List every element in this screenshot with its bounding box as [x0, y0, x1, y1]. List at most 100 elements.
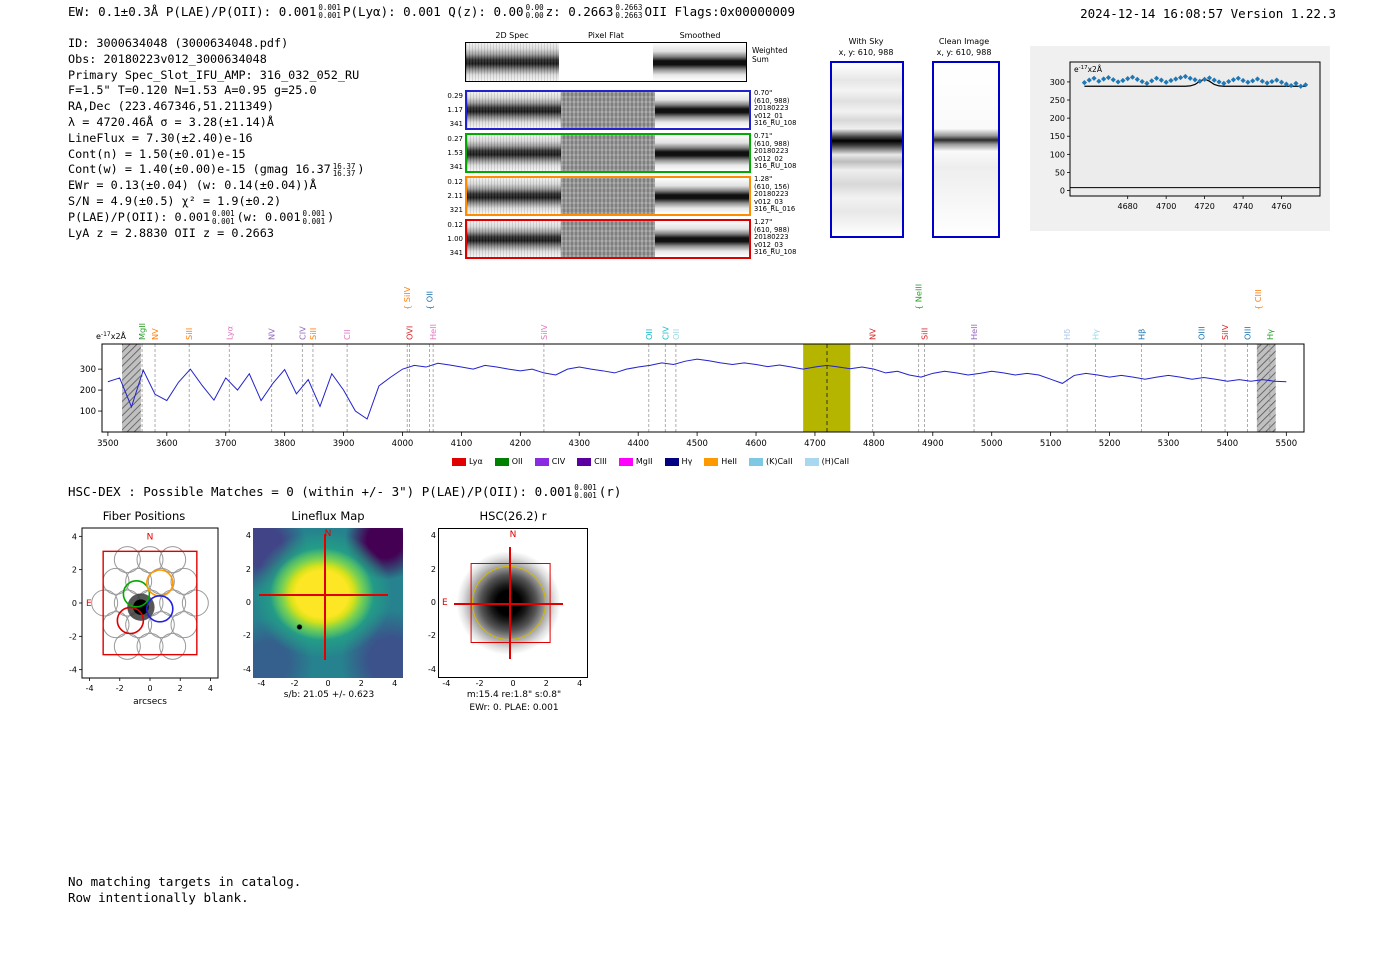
x-tick-label: 4600	[745, 439, 767, 449]
lineflux-map-image: N	[253, 528, 403, 678]
emission-line-label: Hβ	[1136, 329, 1146, 340]
spec2d-strip	[467, 221, 561, 257]
fiber-cutout-row: 0.12 2.11 321 1.28" (610, 156) 20180223 v012_0…	[447, 175, 795, 216]
row-weights: 0.12 2.11 321	[440, 178, 463, 214]
emission-line-label: { OII	[425, 291, 435, 310]
info-line: Cont(n) = 1.50(±0.01)e-15	[68, 147, 364, 163]
y-tick-label: 250	[1050, 96, 1065, 105]
weighted-sum-label: Weighted Sum	[752, 46, 788, 64]
y-tick-label: 150	[1050, 132, 1065, 141]
legend-item: MgII	[618, 457, 653, 466]
x-tick-label: 5500	[1276, 439, 1298, 449]
info-line: Cont(w) = 1.40(±0.00)e-15 (gmag 16.37 16…	[68, 162, 364, 178]
info-line: Primary Spec_Slot_IFU_AMP: 316_032_052_R…	[68, 68, 364, 84]
stack-bottom: 0.001	[212, 216, 235, 226]
legend-item: CIV	[534, 457, 565, 466]
info-line: EWr = 0.13(±0.04) (w: 0.14(±0.04))Å	[68, 178, 364, 194]
x-tick-label: 4	[208, 684, 213, 693]
spec2d-strip	[467, 92, 561, 128]
hsc-caption-2: EWr: 0. PLAE: 0.001	[469, 703, 559, 713]
y-tick-label: -4	[69, 666, 77, 675]
weight-value: 341	[449, 249, 463, 257]
legend-swatch	[664, 457, 679, 466]
x-tick-label: 4700	[1156, 202, 1176, 211]
weight-value: 0.27	[447, 135, 463, 143]
legend-swatch	[804, 457, 819, 466]
emission-line-label: Lyα	[224, 326, 234, 340]
weighted-sum-panel	[465, 42, 747, 82]
withsky-image	[830, 61, 904, 238]
y-tick-label: 300	[80, 365, 96, 375]
x-tick-label: 4760	[1271, 202, 1291, 211]
legend-label: Lyα	[469, 457, 483, 466]
x-tick-label: 4200	[510, 439, 532, 449]
north-label: N	[147, 532, 154, 542]
masked-region	[1256, 344, 1276, 432]
x-tick-label: 4	[577, 679, 583, 688]
text-segment: P(LAE)/P(OII): 0.001	[68, 209, 211, 224]
y-tick-label: 100	[80, 407, 96, 417]
x-tick-label: 4680	[1118, 202, 1138, 211]
info-line: LineFlux = 7.30(±2.40)e-16	[68, 131, 364, 147]
y-tick-label: -4	[243, 664, 251, 674]
stacked-value: 0.2663 0.2663	[615, 4, 642, 19]
stack-bottom: 0.001	[574, 490, 597, 500]
text-segment: S/N = 4.9(±0.5) χ² = 1.9(±0.2)	[68, 193, 282, 208]
y-tick-label: 4	[245, 531, 251, 541]
x-tick-label: 4900	[922, 439, 944, 449]
emission-line-label: HeII	[969, 324, 979, 340]
smoothed-strip	[655, 221, 749, 257]
text-segment: RA,Dec (223.467346,51.211349)	[68, 99, 274, 114]
lineflux-map-title: Lineflux Map	[291, 509, 365, 523]
weight-value: 2.11	[447, 192, 463, 200]
clean-coords: x, y: 610, 988	[936, 48, 992, 57]
y-axis-label: e-17x2Å	[96, 330, 127, 341]
emission-line-label: NV	[868, 328, 878, 340]
emission-line-label: OIII	[1242, 326, 1252, 340]
weight-value: 1.17	[447, 106, 463, 114]
y-tick-label: -4	[428, 664, 436, 674]
x-tick-label: 3500	[97, 439, 119, 449]
legend-label: (K)CaII	[765, 457, 793, 466]
y-tick-label: 0	[72, 599, 77, 608]
row-annotation: 1.28" (610, 156) 20180223 v012_03 316_RL_016	[754, 175, 795, 214]
text-segment: (w: 0.001	[236, 209, 301, 224]
x-tick-label: 4400	[627, 439, 649, 449]
pixel-flat-strip	[561, 92, 655, 128]
x-tick-label: -4	[442, 679, 451, 688]
x-tick-label: 4720	[1194, 202, 1214, 211]
text-segment: Cont(w) = 1.40(±0.00)e-15 (gmag 16.37	[68, 162, 331, 177]
text-segment: Obs: 20180223v012_3000634048	[68, 51, 267, 66]
info-line: RA,Dec (223.467346,51.211349)	[68, 99, 364, 115]
spec2d-strip	[467, 178, 561, 214]
x-tick-label: 0	[325, 679, 331, 688]
pixel-flat-strip	[561, 221, 655, 257]
x-tick-label: 4300	[568, 439, 590, 449]
legend-item: (H)CaII	[804, 457, 849, 466]
lineflux-map-panel: N s/b: 21.05 +/- 0.623 -4 -4 -2 -2 0 0 2 2 4 4	[239, 528, 419, 723]
x-tick-label: 0	[510, 679, 516, 688]
text-segment: P(Lyα): 0.001 Q(z): 0.00	[342, 4, 524, 19]
x-tick-label: 2	[178, 684, 183, 693]
annotation-line: 316_RU_108	[754, 119, 797, 128]
cutout-column-headers: 2D Spec Pixel Flat Smoothed	[465, 31, 747, 40]
north-label: N	[324, 529, 332, 539]
weight-value: 0.12	[447, 178, 463, 186]
x-tick-label: 3900	[333, 439, 355, 449]
smoothed-strip	[655, 178, 749, 214]
weight-value: 1.53	[447, 149, 463, 157]
row-weights: 0.29 1.17 341	[440, 92, 463, 128]
y-tick-label: 0	[430, 598, 436, 607]
x-tick-label: 0	[147, 684, 152, 693]
legend-swatch	[704, 457, 719, 466]
stacked-value: 0.00 0.00	[526, 4, 544, 19]
hsc-caption-1: m:15.4 re:1.8" s:0.8"	[466, 690, 562, 700]
legend-item: OII	[494, 457, 523, 466]
y-tick-label: 4	[430, 531, 436, 541]
footer-notes: No matching targets in catalog. Row inte…	[68, 874, 301, 905]
text-segment: LyA z = 2.8830 OII z = 0.2663	[68, 225, 274, 240]
stack-bottom: 0.00	[525, 10, 544, 20]
x-tick-label: 4100	[451, 439, 473, 449]
fiber-positions-plot: -4 -4 -2 -2 0 0 2 2 4 4 arcsecs N E	[69, 527, 219, 707]
crosshair-horizontal	[453, 603, 564, 605]
